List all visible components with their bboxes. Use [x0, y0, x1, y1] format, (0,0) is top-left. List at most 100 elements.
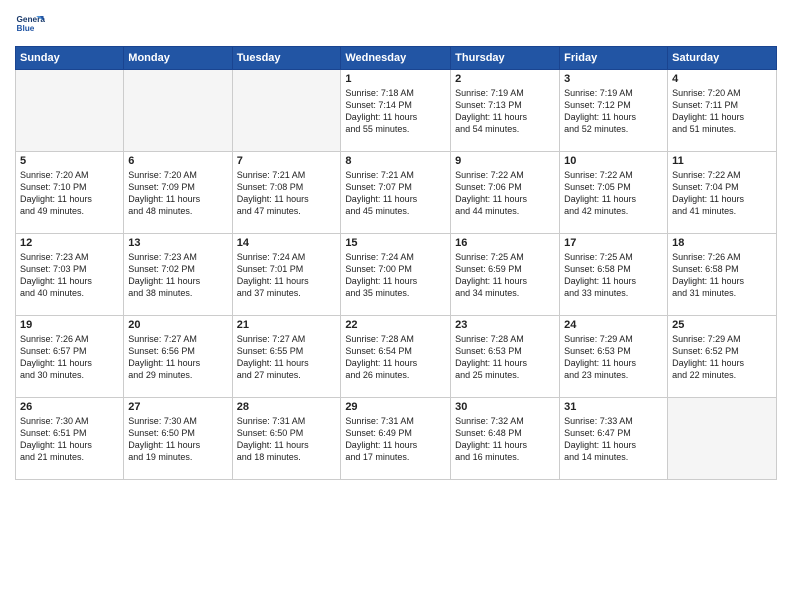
- day-number: 21: [237, 319, 337, 331]
- day-info: Sunrise: 7:21 AM Sunset: 7:07 PM Dayligh…: [345, 169, 446, 218]
- calendar-cell: 7 Sunrise: 7:21 AM Sunset: 7:08 PM Daylig…: [232, 152, 341, 234]
- day-info: Sunrise: 7:28 AM Sunset: 6:53 PM Dayligh…: [455, 333, 555, 382]
- day-number: 30: [455, 401, 555, 413]
- day-number: 4: [672, 73, 772, 85]
- day-number: 17: [564, 237, 663, 249]
- calendar-cell: 29 Sunrise: 7:31 AM Sunset: 6:49 PM Dayli…: [341, 398, 451, 480]
- day-number: 15: [345, 237, 446, 249]
- day-info: Sunrise: 7:31 AM Sunset: 6:50 PM Dayligh…: [237, 415, 337, 464]
- calendar-cell: 27 Sunrise: 7:30 AM Sunset: 6:50 PM Dayli…: [124, 398, 232, 480]
- weekday-header: Wednesday: [341, 47, 451, 70]
- day-number: 7: [237, 155, 337, 167]
- calendar-cell: 10 Sunrise: 7:22 AM Sunset: 7:05 PM Dayli…: [560, 152, 668, 234]
- day-info: Sunrise: 7:22 AM Sunset: 7:05 PM Dayligh…: [564, 169, 663, 218]
- day-info: Sunrise: 7:33 AM Sunset: 6:47 PM Dayligh…: [564, 415, 663, 464]
- day-info: Sunrise: 7:25 AM Sunset: 6:58 PM Dayligh…: [564, 251, 663, 300]
- day-info: Sunrise: 7:26 AM Sunset: 6:57 PM Dayligh…: [20, 333, 119, 382]
- day-number: 25: [672, 319, 772, 331]
- day-info: Sunrise: 7:27 AM Sunset: 6:56 PM Dayligh…: [128, 333, 227, 382]
- weekday-header: Friday: [560, 47, 668, 70]
- day-number: 27: [128, 401, 227, 413]
- calendar-cell: 22 Sunrise: 7:28 AM Sunset: 6:54 PM Dayli…: [341, 316, 451, 398]
- day-info: Sunrise: 7:24 AM Sunset: 7:00 PM Dayligh…: [345, 251, 446, 300]
- weekday-header: Sunday: [16, 47, 124, 70]
- day-number: 9: [455, 155, 555, 167]
- calendar-cell: 6Sunrise: 7:20 AM Sunset: 7:09 PM Daylig…: [124, 152, 232, 234]
- calendar-cell: 28Sunrise: 7:31 AM Sunset: 6:50 PM Dayli…: [232, 398, 341, 480]
- day-number: 31: [564, 401, 663, 413]
- calendar-cell: 21 Sunrise: 7:27 AM Sunset: 6:55 PM Dayli…: [232, 316, 341, 398]
- day-info: Sunrise: 7:20 AM Sunset: 7:10 PM Dayligh…: [20, 169, 119, 218]
- day-info: Sunrise: 7:30 AM Sunset: 6:51 PM Dayligh…: [20, 415, 119, 464]
- day-number: 10: [564, 155, 663, 167]
- calendar-table: SundayMondayTuesdayWednesdayThursdayFrid…: [15, 46, 777, 480]
- calendar-cell: 31 Sunrise: 7:33 AM Sunset: 6:47 PM Dayli…: [560, 398, 668, 480]
- day-info: Sunrise: 7:23 AM Sunset: 7:02 PM Dayligh…: [128, 251, 227, 300]
- day-info: Sunrise: 7:31 AM Sunset: 6:49 PM Dayligh…: [345, 415, 446, 464]
- day-info: Sunrise: 7:21 AM Sunset: 7:08 PM Dayligh…: [237, 169, 337, 218]
- calendar-cell: 3 Sunrise: 7:19 AM Sunset: 7:12 PM Daylig…: [560, 70, 668, 152]
- day-number: 24: [564, 319, 663, 331]
- day-info: Sunrise: 7:25 AM Sunset: 6:59 PM Dayligh…: [455, 251, 555, 300]
- logo-icon: General Blue: [15, 10, 45, 40]
- day-number: 29: [345, 401, 446, 413]
- day-number: 26: [20, 401, 119, 413]
- day-info: Sunrise: 7:29 AM Sunset: 6:52 PM Dayligh…: [672, 333, 772, 382]
- calendar-cell: 1 Sunrise: 7:18 AM Sunset: 7:14 PM Daylig…: [341, 70, 451, 152]
- calendar-cell: 23 Sunrise: 7:28 AM Sunset: 6:53 PM Dayli…: [451, 316, 560, 398]
- day-info: Sunrise: 7:27 AM Sunset: 6:55 PM Dayligh…: [237, 333, 337, 382]
- weekday-header: Saturday: [668, 47, 777, 70]
- day-number: 18: [672, 237, 772, 249]
- day-info: Sunrise: 7:24 AM Sunset: 7:01 PM Dayligh…: [237, 251, 337, 300]
- day-number: 14: [237, 237, 337, 249]
- calendar-cell: 5 Sunrise: 7:20 AM Sunset: 7:10 PM Daylig…: [16, 152, 124, 234]
- day-info: Sunrise: 7:19 AM Sunset: 7:13 PM Dayligh…: [455, 87, 555, 136]
- calendar-cell: 8 Sunrise: 7:21 AM Sunset: 7:07 PM Daylig…: [341, 152, 451, 234]
- calendar-cell: [668, 398, 777, 480]
- day-number: 13: [128, 237, 227, 249]
- day-info: Sunrise: 7:30 AM Sunset: 6:50 PM Dayligh…: [128, 415, 227, 464]
- calendar-cell: 16 Sunrise: 7:25 AM Sunset: 6:59 PM Dayli…: [451, 234, 560, 316]
- day-number: 19: [20, 319, 119, 331]
- logo: General Blue: [15, 10, 45, 40]
- page-container: General Blue SundayMondayTuesdayWednesda…: [0, 0, 792, 485]
- day-number: 5: [20, 155, 119, 167]
- day-number: 3: [564, 73, 663, 85]
- calendar-cell: 11 Sunrise: 7:22 AM Sunset: 7:04 PM Dayli…: [668, 152, 777, 234]
- day-info: Sunrise: 7:23 AM Sunset: 7:03 PM Dayligh…: [20, 251, 119, 300]
- day-info: Sunrise: 7:18 AM Sunset: 7:14 PM Dayligh…: [345, 87, 446, 136]
- calendar-cell: 18Sunrise: 7:26 AM Sunset: 6:58 PM Dayli…: [668, 234, 777, 316]
- calendar-cell: 20Sunrise: 7:27 AM Sunset: 6:56 PM Dayli…: [124, 316, 232, 398]
- calendar-cell: 24 Sunrise: 7:29 AM Sunset: 6:53 PM Dayli…: [560, 316, 668, 398]
- calendar-cell: 9 Sunrise: 7:22 AM Sunset: 7:06 PM Daylig…: [451, 152, 560, 234]
- calendar-cell: 13 Sunrise: 7:23 AM Sunset: 7:02 PM Dayli…: [124, 234, 232, 316]
- day-number: 1: [345, 73, 446, 85]
- day-info: Sunrise: 7:20 AM Sunset: 7:11 PM Dayligh…: [672, 87, 772, 136]
- calendar-cell: 25 Sunrise: 7:29 AM Sunset: 6:52 PM Dayli…: [668, 316, 777, 398]
- calendar-cell: 26 Sunrise: 7:30 AM Sunset: 6:51 PM Dayli…: [16, 398, 124, 480]
- calendar-cell: 15 Sunrise: 7:24 AM Sunset: 7:00 PM Dayli…: [341, 234, 451, 316]
- day-info: Sunrise: 7:29 AM Sunset: 6:53 PM Dayligh…: [564, 333, 663, 382]
- calendar-cell: 4 Sunrise: 7:20 AM Sunset: 7:11 PM Daylig…: [668, 70, 777, 152]
- day-info: Sunrise: 7:22 AM Sunset: 7:06 PM Dayligh…: [455, 169, 555, 218]
- weekday-header: Tuesday: [232, 47, 341, 70]
- day-number: 23: [455, 319, 555, 331]
- day-number: 16: [455, 237, 555, 249]
- day-number: 22: [345, 319, 446, 331]
- day-number: 11: [672, 155, 772, 167]
- day-info: Sunrise: 7:28 AM Sunset: 6:54 PM Dayligh…: [345, 333, 446, 382]
- calendar-cell: 2Sunrise: 7:19 AM Sunset: 7:13 PM Daylig…: [451, 70, 560, 152]
- day-info: Sunrise: 7:22 AM Sunset: 7:04 PM Dayligh…: [672, 169, 772, 218]
- calendar-cell: 17 Sunrise: 7:25 AM Sunset: 6:58 PM Dayli…: [560, 234, 668, 316]
- svg-text:Blue: Blue: [17, 24, 35, 33]
- day-info: Sunrise: 7:19 AM Sunset: 7:12 PM Dayligh…: [564, 87, 663, 136]
- calendar-cell: [232, 70, 341, 152]
- calendar-cell: [124, 70, 232, 152]
- calendar-cell: 19 Sunrise: 7:26 AM Sunset: 6:57 PM Dayli…: [16, 316, 124, 398]
- day-number: 8: [345, 155, 446, 167]
- weekday-header: Monday: [124, 47, 232, 70]
- header: General Blue: [15, 10, 777, 40]
- calendar-cell: 14 Sunrise: 7:24 AM Sunset: 7:01 PM Dayli…: [232, 234, 341, 316]
- calendar-cell: [16, 70, 124, 152]
- calendar-cell: 30Sunrise: 7:32 AM Sunset: 6:48 PM Dayli…: [451, 398, 560, 480]
